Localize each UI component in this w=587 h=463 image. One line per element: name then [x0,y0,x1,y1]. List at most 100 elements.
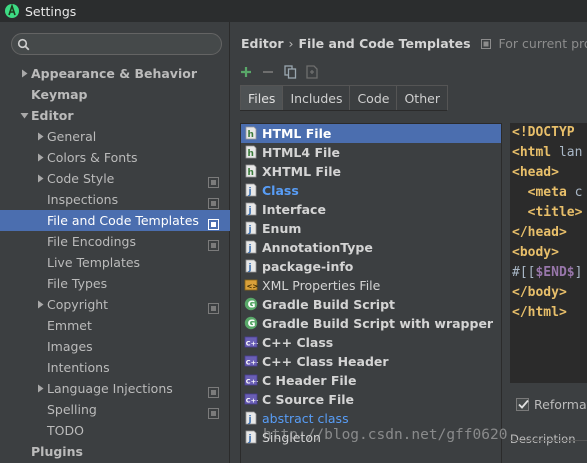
templates-toolbar [235,62,323,82]
sidebar-item-appearance-behavior[interactable]: Appearance & Behavior [0,63,230,84]
sidebar-item-label: Keymap [31,87,88,102]
sidebar-item-label: Inspections [47,192,119,207]
code-line: </html> [510,303,587,323]
watermark: http://blog.csdn.net/gff0620 [263,427,508,443]
search-input[interactable] [11,33,222,55]
chevron-down-icon[interactable] [18,105,30,126]
code-token: </body> [512,285,567,300]
template-editor[interactable]: <!DOCTYP <html lan <head> <meta c <title> <… [510,123,587,383]
sidebar-item-label: Language Injections [47,381,173,396]
reformat-checkbox[interactable] [516,398,529,411]
main-panel: Editor › File and Code Templates For curre… [231,22,587,463]
breadcrumb: Editor › File and Code Templates For curre… [241,36,587,51]
sidebar-item-file-encodings[interactable]: File Encodings [0,231,230,252]
tab-other[interactable]: Other [396,85,448,110]
svg-text:C++: C++ [246,397,258,405]
sidebar-item-label: TODO [47,423,84,438]
chevron-right-icon[interactable] [34,147,46,168]
svg-text:j: j [248,206,252,216]
sidebar-item-editor[interactable]: Editor [0,105,230,126]
chevron-right-icon[interactable] [34,378,46,399]
template-item-html4-file[interactable]: h HTML4 File [241,143,501,162]
template-item-annotationtype[interactable]: j AnnotationType [241,238,501,257]
sidebar-item-todo[interactable]: TODO [0,420,230,441]
chevron-right-icon[interactable] [34,126,46,147]
sidebar-item-label: Images [47,339,93,354]
template-item-gradle-build-script-with-wrapper[interactable]: G Gradle Build Script with wrapper [241,314,501,333]
minus-icon [263,71,273,73]
sidebar-item-copyright[interactable]: Copyright [0,294,230,315]
project-scope-icon [208,404,219,419]
project-scope-icon [208,215,219,230]
tab-includes[interactable]: Includes [282,85,351,110]
sidebar-item-images[interactable]: Images [0,336,230,357]
template-name: C Source File [262,392,355,407]
sidebar-item-plugins[interactable]: Plugins [0,441,230,462]
template-item-interface[interactable]: j Interface [241,200,501,219]
template-item-abstract-class[interactable]: j abstract class [241,409,501,428]
chevron-right-icon[interactable] [34,294,46,315]
template-name: abstract class [262,411,349,426]
sidebar-item-intentions[interactable]: Intentions [0,357,230,378]
template-name: HTML4 File [262,145,341,160]
code-token: $END$ [535,265,575,280]
sidebar-item-live-templates[interactable]: Live Templates [0,252,230,273]
sidebar-item-file-types[interactable]: File Types [0,273,230,294]
scope-label: For current project [498,36,587,51]
template-item-gradle-build-script[interactable]: G Gradle Build Script [241,295,501,314]
template-name: C Header File [262,373,357,388]
sidebar-item-colors-fonts[interactable]: Colors & Fonts [0,147,230,168]
search-icon [17,38,30,51]
svg-text:<>: <> [247,283,259,291]
template-item-enum[interactable]: j Enum [241,219,501,238]
chevron-right-icon[interactable] [18,63,30,84]
template-item-html-file[interactable]: h HTML File [241,124,501,143]
reformat-option[interactable]: Reformat [516,397,587,412]
svg-text:C++: C++ [246,378,258,386]
svg-text:j: j [248,225,252,235]
title-bar: Settings [0,0,587,22]
template-item-c-source-file[interactable]: C++ C Source File [241,390,501,409]
template-name: Enum [262,221,302,236]
sidebar-item-label: File Types [47,276,108,291]
sidebar-item-language-injections[interactable]: Language Injections [0,378,230,399]
template-name: AnnotationType [262,240,373,255]
template-item-c-header-file[interactable]: C++ C Header File [241,371,501,390]
sidebar-item-file-and-code-templates[interactable]: File and Code Templates [0,210,230,231]
sidebar-item-spelling[interactable]: Spelling [0,399,230,420]
template-item-xml-properties-file[interactable]: <> XML Properties File [241,276,501,295]
code-line: <head> [510,163,587,183]
code-token: <head> [512,165,559,180]
template-name: package-info [262,259,354,274]
reset-template-button[interactable] [301,62,323,82]
sidebar-item-general[interactable]: General [0,126,230,147]
sidebar-item-label: Spelling [47,402,97,417]
svg-text:h: h [248,130,254,140]
code-token: <title> [512,205,583,220]
sidebar-item-keymap[interactable]: Keymap [0,84,230,105]
sidebar-item-inspections[interactable]: Inspections [0,189,230,210]
add-template-button[interactable] [235,62,257,82]
code-line: <meta c [510,183,587,203]
template-item-c-class-header[interactable]: C++ C++ Class Header [241,352,501,371]
sidebar-item-emmet[interactable]: Emmet [0,315,230,336]
tab-code[interactable]: Code [349,85,398,110]
tab-files[interactable]: Files [240,85,284,110]
java-file-icon: j [244,183,258,197]
cpp-icon: C++ [244,354,261,368]
template-item-xhtml-file[interactable]: h XHTML File [241,162,501,181]
template-item-package-info[interactable]: j package-info [241,257,501,276]
checkmark-icon [518,399,529,409]
template-item-class[interactable]: j Class [241,181,501,200]
breadcrumb-separator: › [288,36,294,51]
code-line: <!DOCTYP [510,123,587,143]
template-item-c-class[interactable]: C++ C++ Class [241,333,501,352]
breadcrumb-editor: Editor [241,36,284,51]
chevron-right-icon[interactable] [34,168,46,189]
project-scope-icon [208,299,219,314]
code-token: </html> [512,305,567,320]
remove-template-button[interactable] [257,62,279,82]
sidebar-item-code-style[interactable]: Code Style [0,168,230,189]
svg-text:h: h [248,149,254,159]
copy-template-button[interactable] [279,62,301,82]
